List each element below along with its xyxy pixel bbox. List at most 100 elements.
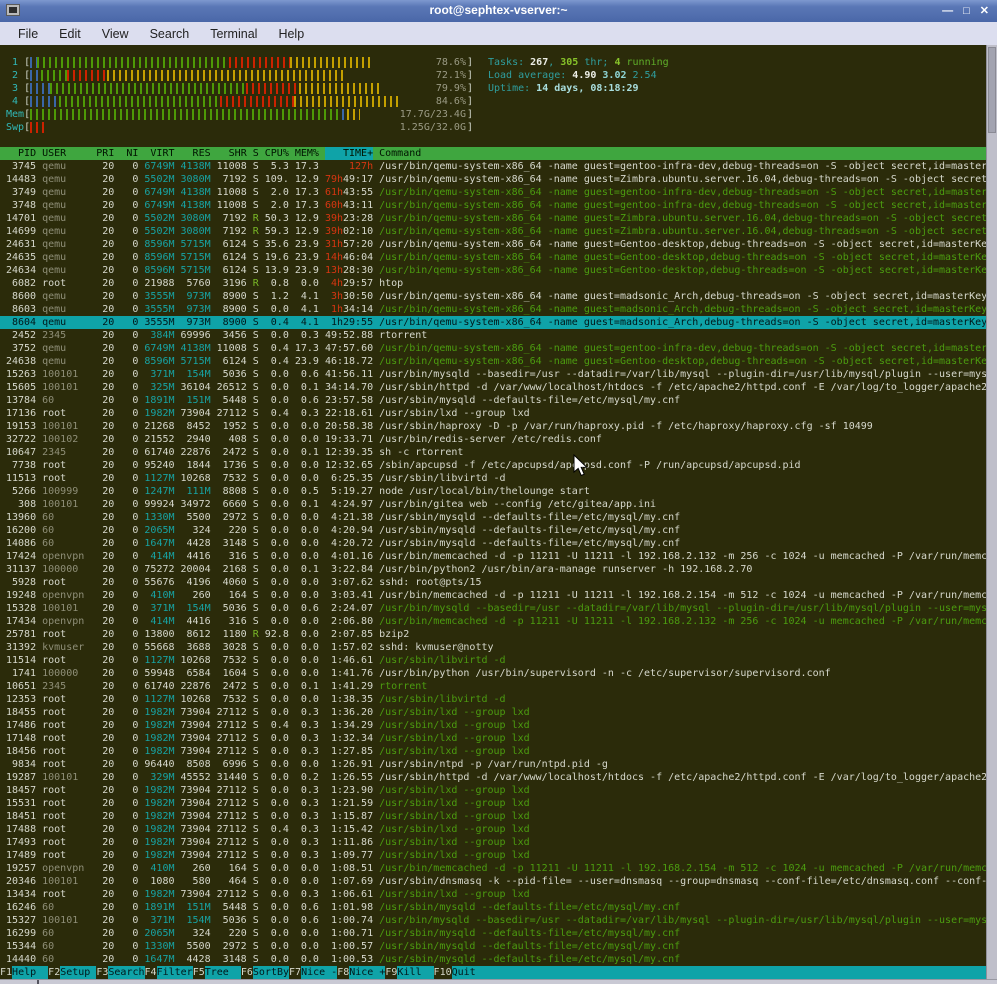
- process-row-3748[interactable]: 3748qemu2006749M4138M11008S2.017.360h43:…: [0, 199, 986, 212]
- process-row-8603[interactable]: 8603qemu2003555M973M8900S0.04.11h34:14/u…: [0, 303, 986, 316]
- process-row-24638[interactable]: 24638qemu2008596M5715M6124S0.423.946:18.…: [0, 355, 986, 368]
- process-row-13960[interactable]: 13960602001330M55002972S0.00.04:21.38/us…: [0, 511, 986, 524]
- column-header-command[interactable]: Command: [379, 147, 986, 160]
- terminal-viewport[interactable]: 1[78.6%] 2[72.1%] 3[79.9%] 4[84.6%]Mem[1…: [0, 45, 986, 979]
- process-row-14701[interactable]: 14701qemu2005502M3080M7192R50.312.939h23…: [0, 212, 986, 225]
- menu-search[interactable]: Search: [144, 25, 196, 43]
- fnlabel-setup[interactable]: Setup: [60, 966, 96, 979]
- fnkey-f8[interactable]: F8: [337, 966, 349, 979]
- fnkey-f7[interactable]: F7: [289, 966, 301, 979]
- maximize-button[interactable]: □: [963, 0, 970, 22]
- process-row-17486[interactable]: 17486root2001982M7390427112S0.40.31:34.2…: [0, 719, 986, 732]
- column-header-cpu[interactable]: CPU%: [265, 147, 289, 160]
- fnkey-f6[interactable]: F6: [241, 966, 253, 979]
- process-row-14699[interactable]: 14699qemu2005502M3080M7192R59.312.939h02…: [0, 225, 986, 238]
- process-row-16299[interactable]: 16299602002065M324220S0.00.01:00.71/usr/…: [0, 927, 986, 940]
- process-row-16246[interactable]: 16246602001891M151M5448S0.00.61:01.98/us…: [0, 901, 986, 914]
- process-row-19287[interactable]: 19287100101200329M4555231440S0.00.21:26.…: [0, 771, 986, 784]
- process-row-6082[interactable]: 6082root2002198857603196R0.80.04h29:57ht…: [0, 277, 986, 290]
- process-row-10647[interactable]: 10647234520061740228762472S0.00.112:39.3…: [0, 446, 986, 459]
- process-row-11514[interactable]: 11514root2001127M102687532S0.00.01:46.61…: [0, 654, 986, 667]
- column-header-s[interactable]: S: [253, 147, 259, 160]
- minimize-button[interactable]: —: [942, 0, 953, 22]
- column-header-pid[interactable]: PID: [6, 147, 36, 160]
- process-row-1741[interactable]: 17411000002005994865841604S0.00.01:41.76…: [0, 667, 986, 680]
- process-row-3745[interactable]: 3745qemu2006749M4138M11008S5.317.3127h/u…: [0, 160, 986, 173]
- column-header-shr[interactable]: SHR: [217, 147, 247, 160]
- fnkey-f10[interactable]: F10: [434, 966, 452, 979]
- process-row-32722[interactable]: 32722100102200215522940408S0.00.019:33.7…: [0, 433, 986, 446]
- process-row-15328[interactable]: 15328100101200371M154M5036S0.00.62:24.07…: [0, 602, 986, 615]
- process-row-2452[interactable]: 24522345200384M699963456S0.00.349:52.88r…: [0, 329, 986, 342]
- fnlabel-search[interactable]: Search: [108, 966, 144, 979]
- menu-file[interactable]: File: [12, 25, 44, 43]
- process-row-15344[interactable]: 15344602001330M55002972S0.00.01:00.57/us…: [0, 940, 986, 953]
- process-row-17488[interactable]: 17488root2001982M7390427112S0.40.31:15.4…: [0, 823, 986, 836]
- process-row-308[interactable]: 30810010120099924349726660S0.00.14:24.97…: [0, 498, 986, 511]
- process-row-3752[interactable]: 3752qemu2006749M4138M11008S0.417.347:57.…: [0, 342, 986, 355]
- column-header-virt[interactable]: VIRT: [144, 147, 174, 160]
- process-row-25781[interactable]: 25781root2001380086121180R92.80.02:07.85…: [0, 628, 986, 641]
- fnlabel-nice[interactable]: Nice +: [349, 966, 385, 979]
- process-row-9834[interactable]: 9834root2009644085086996S0.00.01:26.91/u…: [0, 758, 986, 771]
- process-row-5928[interactable]: 5928root2005567641964060S0.00.03:07.62ss…: [0, 576, 986, 589]
- fnkey-f9[interactable]: F9: [385, 966, 397, 979]
- process-row-5266[interactable]: 52661009992001247M111M8808S0.00.55:19.27…: [0, 485, 986, 498]
- fnlabel-tree[interactable]: Tree: [205, 966, 241, 979]
- process-row-11513[interactable]: 11513root2001127M102687532S0.00.06:25.35…: [0, 472, 986, 485]
- process-row-24634[interactable]: 24634qemu2008596M5715M6124S13.923.913h28…: [0, 264, 986, 277]
- process-row-12353[interactable]: 12353root2001127M102687532S0.00.01:38.35…: [0, 693, 986, 706]
- column-header-user[interactable]: USER: [42, 147, 96, 160]
- fnlabel-kill[interactable]: Kill: [397, 966, 433, 979]
- process-row-17148[interactable]: 17148root2001982M7390427112S0.00.31:32.3…: [0, 732, 986, 745]
- process-row-17136[interactable]: 17136root2001982M7390427112S0.40.322:18.…: [0, 407, 986, 420]
- process-row-24631[interactable]: 24631qemu2008596M5715M6124S35.623.931h57…: [0, 238, 986, 251]
- column-header-mem[interactable]: MEM%: [295, 147, 319, 160]
- process-row-13784[interactable]: 13784602001891M151M5448S0.00.623:57.58/u…: [0, 394, 986, 407]
- fnlabel-filter[interactable]: Filter: [157, 966, 193, 979]
- menu-view[interactable]: View: [96, 25, 135, 43]
- process-row-18455[interactable]: 18455root2001982M7390427112S0.00.31:36.2…: [0, 706, 986, 719]
- process-row-19248[interactable]: 19248openvpn200410M260164S0.00.03:03.41/…: [0, 589, 986, 602]
- fnlabel-nice[interactable]: Nice -: [301, 966, 337, 979]
- process-row-15531[interactable]: 15531root2001982M7390427112S0.00.31:21.5…: [0, 797, 986, 810]
- process-row-20346[interactable]: 203461001012001080580464S0.00.01:07.69/u…: [0, 875, 986, 888]
- fnkey-f4[interactable]: F4: [145, 966, 157, 979]
- menu-edit[interactable]: Edit: [53, 25, 87, 43]
- fnkey-f1[interactable]: F1: [0, 966, 12, 979]
- process-row-17434[interactable]: 17434openvpn200414M4416316S0.00.02:06.80…: [0, 615, 986, 628]
- process-row-15263[interactable]: 15263100101200371M154M5036S0.00.641:56.1…: [0, 368, 986, 381]
- process-row-31137[interactable]: 3113710000020075272200042168S0.00.13:22.…: [0, 563, 986, 576]
- process-row-7738[interactable]: 7738root2009524018441736S0.00.012:32.65/…: [0, 459, 986, 472]
- vertical-scrollbar[interactable]: [986, 45, 997, 979]
- process-row-19257[interactable]: 19257openvpn200410M260164S0.00.01:08.51/…: [0, 862, 986, 875]
- process-row-8604[interactable]: 8604qemu2003555M973M8900S0.44.11h29:55/u…: [0, 316, 986, 329]
- menu-terminal[interactable]: Terminal: [204, 25, 263, 43]
- process-row-15605[interactable]: 15605100101200325M3610426512S0.00.134:14…: [0, 381, 986, 394]
- process-row-13434[interactable]: 13434root2001982M7390427112S0.00.31:06.6…: [0, 888, 986, 901]
- fnkey-f2[interactable]: F2: [48, 966, 60, 979]
- process-row-17424[interactable]: 17424openvpn200414M4416316S0.00.04:01.16…: [0, 550, 986, 563]
- process-row-17493[interactable]: 17493root2001982M7390427112S0.00.31:11.8…: [0, 836, 986, 849]
- process-row-16200[interactable]: 16200602002065M324220S0.00.04:20.94/usr/…: [0, 524, 986, 537]
- column-header-ni[interactable]: NI: [120, 147, 138, 160]
- close-button[interactable]: ✕: [980, 0, 989, 22]
- process-row-3749[interactable]: 3749qemu2006749M4138M11008S2.017.361h43:…: [0, 186, 986, 199]
- fnlabel-quit[interactable]: Quit: [452, 966, 488, 979]
- process-row-18457[interactable]: 18457root2001982M7390427112S0.00.31:23.9…: [0, 784, 986, 797]
- process-row-8600[interactable]: 8600qemu2003555M973M8900S1.24.13h30:50/u…: [0, 290, 986, 303]
- process-row-14483[interactable]: 14483qemu2005502M3080M7192S109.12.979h49…: [0, 173, 986, 186]
- process-row-19153[interactable]: 191531001012002126884521952S0.00.020:58.…: [0, 420, 986, 433]
- fnlabel-help[interactable]: Help: [12, 966, 48, 979]
- process-row-18451[interactable]: 18451root2001982M7390427112S0.00.31:15.8…: [0, 810, 986, 823]
- process-row-31392[interactable]: 31392kvmuser2005566836883028S0.00.01:57.…: [0, 641, 986, 654]
- process-row-10651[interactable]: 10651234520061740228762472S0.00.11:41.29…: [0, 680, 986, 693]
- scrollbar-thumb[interactable]: [988, 47, 996, 133]
- column-header-res[interactable]: RES: [181, 147, 211, 160]
- fnlabel-sortby[interactable]: SortBy: [253, 966, 289, 979]
- fnkey-f3[interactable]: F3: [96, 966, 108, 979]
- menu-help[interactable]: Help: [272, 25, 310, 43]
- process-row-14086[interactable]: 14086602001647M44283148S0.00.04:20.72/us…: [0, 537, 986, 550]
- process-row-14440[interactable]: 14440602001647M44283148S0.00.01:00.53/us…: [0, 953, 986, 966]
- window-titlebar[interactable]: root@sephtex-vserver:~ — □ ✕: [0, 0, 997, 22]
